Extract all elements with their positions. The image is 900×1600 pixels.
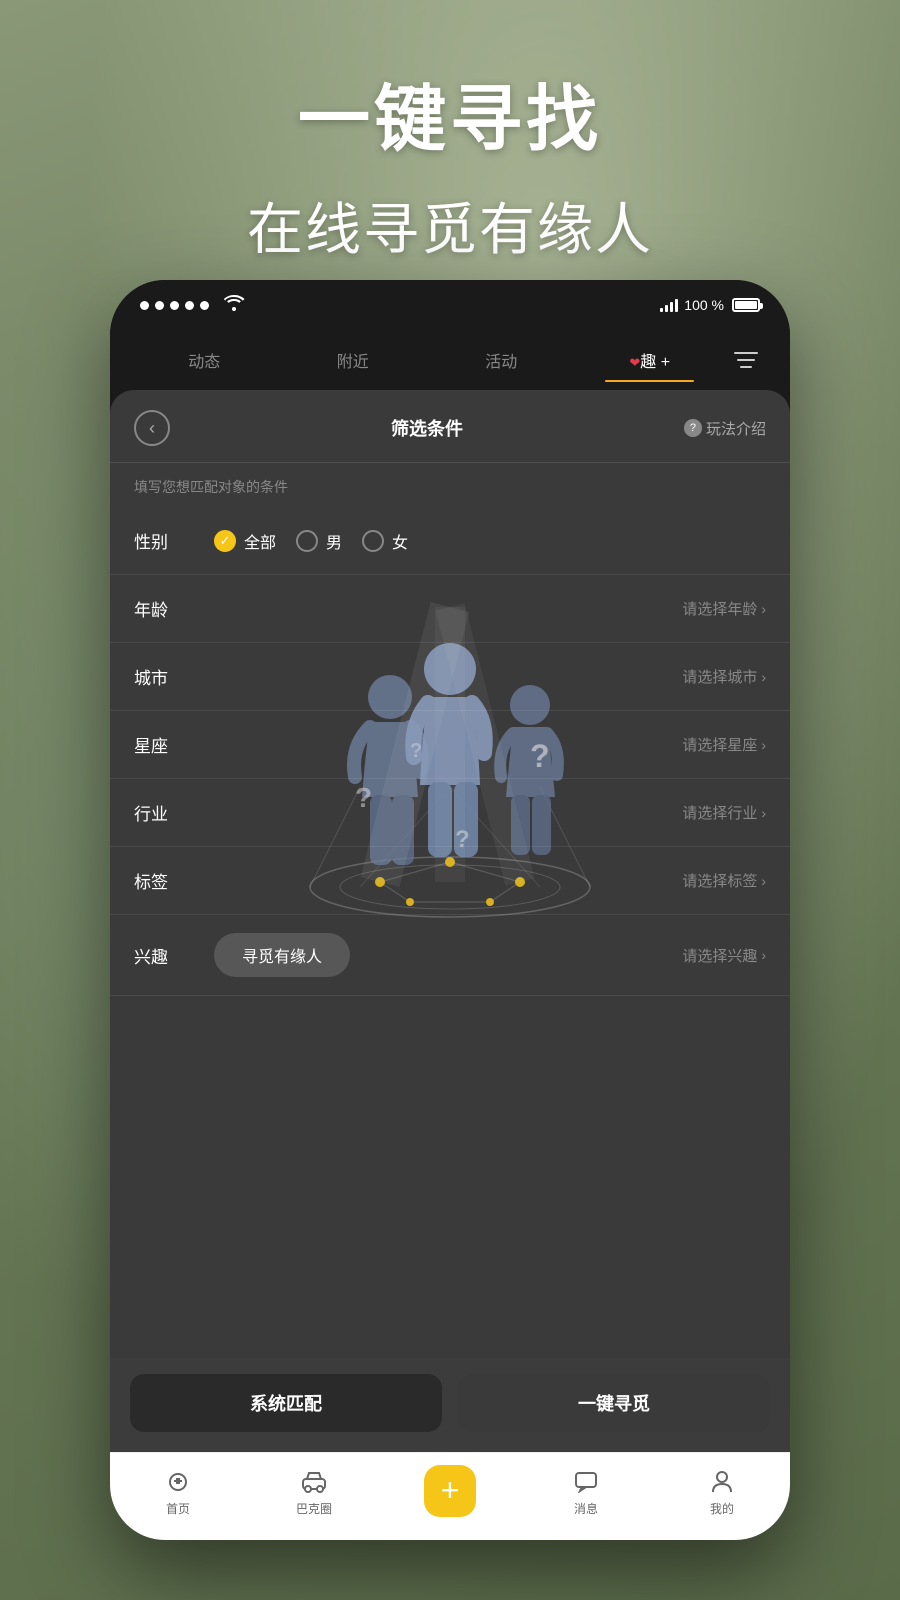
battery-percent: 100 %	[684, 297, 724, 313]
filter-icon[interactable]	[734, 342, 770, 378]
panel-content: ? ? ? ? 性别	[110, 507, 790, 1358]
age-value[interactable]: 请选择年龄 ›	[682, 598, 766, 619]
industry-value[interactable]: 请选择行业 ›	[682, 802, 766, 823]
gender-all-radio[interactable]: ✓	[214, 530, 236, 552]
filter-line-2	[737, 359, 755, 361]
filter-row-tags[interactable]: 标签 请选择标签 ›	[110, 847, 790, 915]
gender-label: 性别	[134, 528, 214, 553]
nav-message[interactable]: 消息	[518, 1468, 654, 1525]
panel-header: ‹ 筛选条件 ? 玩法介绍	[110, 390, 790, 463]
interest-chevron-icon: ›	[761, 947, 766, 963]
city-chevron-icon: ›	[761, 669, 766, 685]
nav-home[interactable]: 首页	[110, 1468, 246, 1525]
battery-icon	[732, 298, 760, 312]
message-label: 消息	[574, 1500, 598, 1517]
gender-female-option[interactable]: 女	[362, 529, 408, 553]
star-chevron-icon: ›	[761, 737, 766, 753]
headline-area: 一键寻找 在线寻觅有缘人	[0, 60, 900, 266]
one-click-search-button[interactable]: 一键寻觅	[458, 1374, 770, 1432]
nav-plus[interactable]: +	[382, 1465, 518, 1529]
filter-line-3	[740, 366, 752, 368]
gender-all-option[interactable]: ✓ 全部	[214, 529, 276, 553]
nav-mine[interactable]: 我的	[654, 1468, 790, 1525]
gender-male-option[interactable]: 男	[296, 529, 342, 553]
status-dot-4	[185, 301, 194, 310]
interest-label: 兴趣	[134, 943, 214, 968]
home-label: 首页	[166, 1500, 190, 1517]
tags-chevron-icon: ›	[761, 873, 766, 889]
wifi-icon	[223, 295, 245, 316]
city-value[interactable]: 请选择城市 ›	[682, 666, 766, 687]
signal-bar-1	[660, 308, 663, 312]
panel-title: 筛选条件	[391, 415, 463, 441]
interest-button[interactable]: 寻觅有缘人	[214, 933, 350, 977]
gender-female-label: 女	[392, 529, 408, 553]
headline-line1: 一键寻找	[0, 60, 900, 165]
car-icon	[300, 1468, 328, 1496]
status-dot-1	[140, 301, 149, 310]
tags-value[interactable]: 请选择标签 ›	[682, 870, 766, 891]
signal-bar-2	[665, 305, 668, 312]
home-icon	[164, 1468, 192, 1496]
status-dot-3	[170, 301, 179, 310]
action-buttons: 系统匹配 一键寻觅	[110, 1358, 790, 1452]
plus-button[interactable]: +	[424, 1465, 476, 1517]
tab-qu[interactable]: ❤趣 +	[576, 338, 725, 382]
age-chevron-icon: ›	[761, 601, 766, 617]
gender-options: ✓ 全部 男 女	[214, 529, 766, 553]
filter-row-interest: 兴趣 寻觅有缘人 请选择兴趣 ›	[110, 915, 790, 996]
filter-line-1	[734, 352, 758, 354]
panel-subtitle: 填写您想匹配对象的条件	[110, 463, 790, 507]
status-dot-5	[200, 301, 209, 310]
star-label: 星座	[134, 732, 214, 757]
star-value[interactable]: 请选择星座 ›	[682, 734, 766, 755]
person-icon	[708, 1468, 736, 1496]
filter-panel: ‹ 筛选条件 ? 玩法介绍 填写您想匹配对象的条件	[110, 390, 790, 1540]
message-icon	[572, 1468, 600, 1496]
status-dot-2	[155, 301, 164, 310]
filter-row-gender: 性别 ✓ 全部 男	[110, 507, 790, 575]
back-button[interactable]: ‹	[134, 410, 170, 446]
industry-label: 行业	[134, 800, 214, 825]
gender-female-radio[interactable]	[362, 530, 384, 552]
bottom-nav: 首页 巴克圈 +	[110, 1452, 790, 1540]
help-circle-icon: ?	[684, 419, 702, 437]
gender-all-label: 全部	[244, 529, 276, 553]
headline-line2: 在线寻觅有缘人	[0, 185, 900, 266]
filter-row-star[interactable]: 星座 请选择星座 ›	[110, 711, 790, 779]
signal-bar-4	[675, 299, 678, 312]
interest-value[interactable]: 请选择兴趣 ›	[682, 945, 766, 966]
tab-huodong[interactable]: 活动	[427, 338, 576, 382]
gender-male-label: 男	[326, 529, 342, 553]
city-label: 城市	[134, 664, 214, 689]
age-label: 年龄	[134, 596, 214, 621]
status-right: 100 %	[660, 297, 760, 313]
signal-bar-3	[670, 302, 673, 312]
filter-row-industry[interactable]: 行业 请选择行业 ›	[110, 779, 790, 847]
status-bar: 100 %	[110, 280, 790, 330]
filter-row-age[interactable]: 年龄 请选择年龄 ›	[110, 575, 790, 643]
gender-male-radio[interactable]	[296, 530, 318, 552]
nav-tabs: 动态 附近 活动 ❤趣 +	[110, 330, 790, 390]
filter-row-city[interactable]: 城市 请选择城市 ›	[110, 643, 790, 711]
system-match-button[interactable]: 系统匹配	[130, 1374, 442, 1432]
nav-bakequan[interactable]: 巴克圈	[246, 1468, 382, 1525]
signal-bars	[660, 298, 678, 312]
help-button[interactable]: ? 玩法介绍	[684, 418, 766, 439]
tab-dongtai[interactable]: 动态	[130, 338, 279, 382]
mine-label: 我的	[710, 1500, 734, 1517]
industry-chevron-icon: ›	[761, 805, 766, 821]
tab-fujin[interactable]: 附近	[279, 338, 428, 382]
phone-mockup: 100 % 动态 附近 活动 ❤趣 +	[110, 280, 790, 1540]
tags-label: 标签	[134, 868, 214, 893]
bakequan-label: 巴克圈	[296, 1500, 332, 1517]
status-left	[140, 295, 245, 316]
